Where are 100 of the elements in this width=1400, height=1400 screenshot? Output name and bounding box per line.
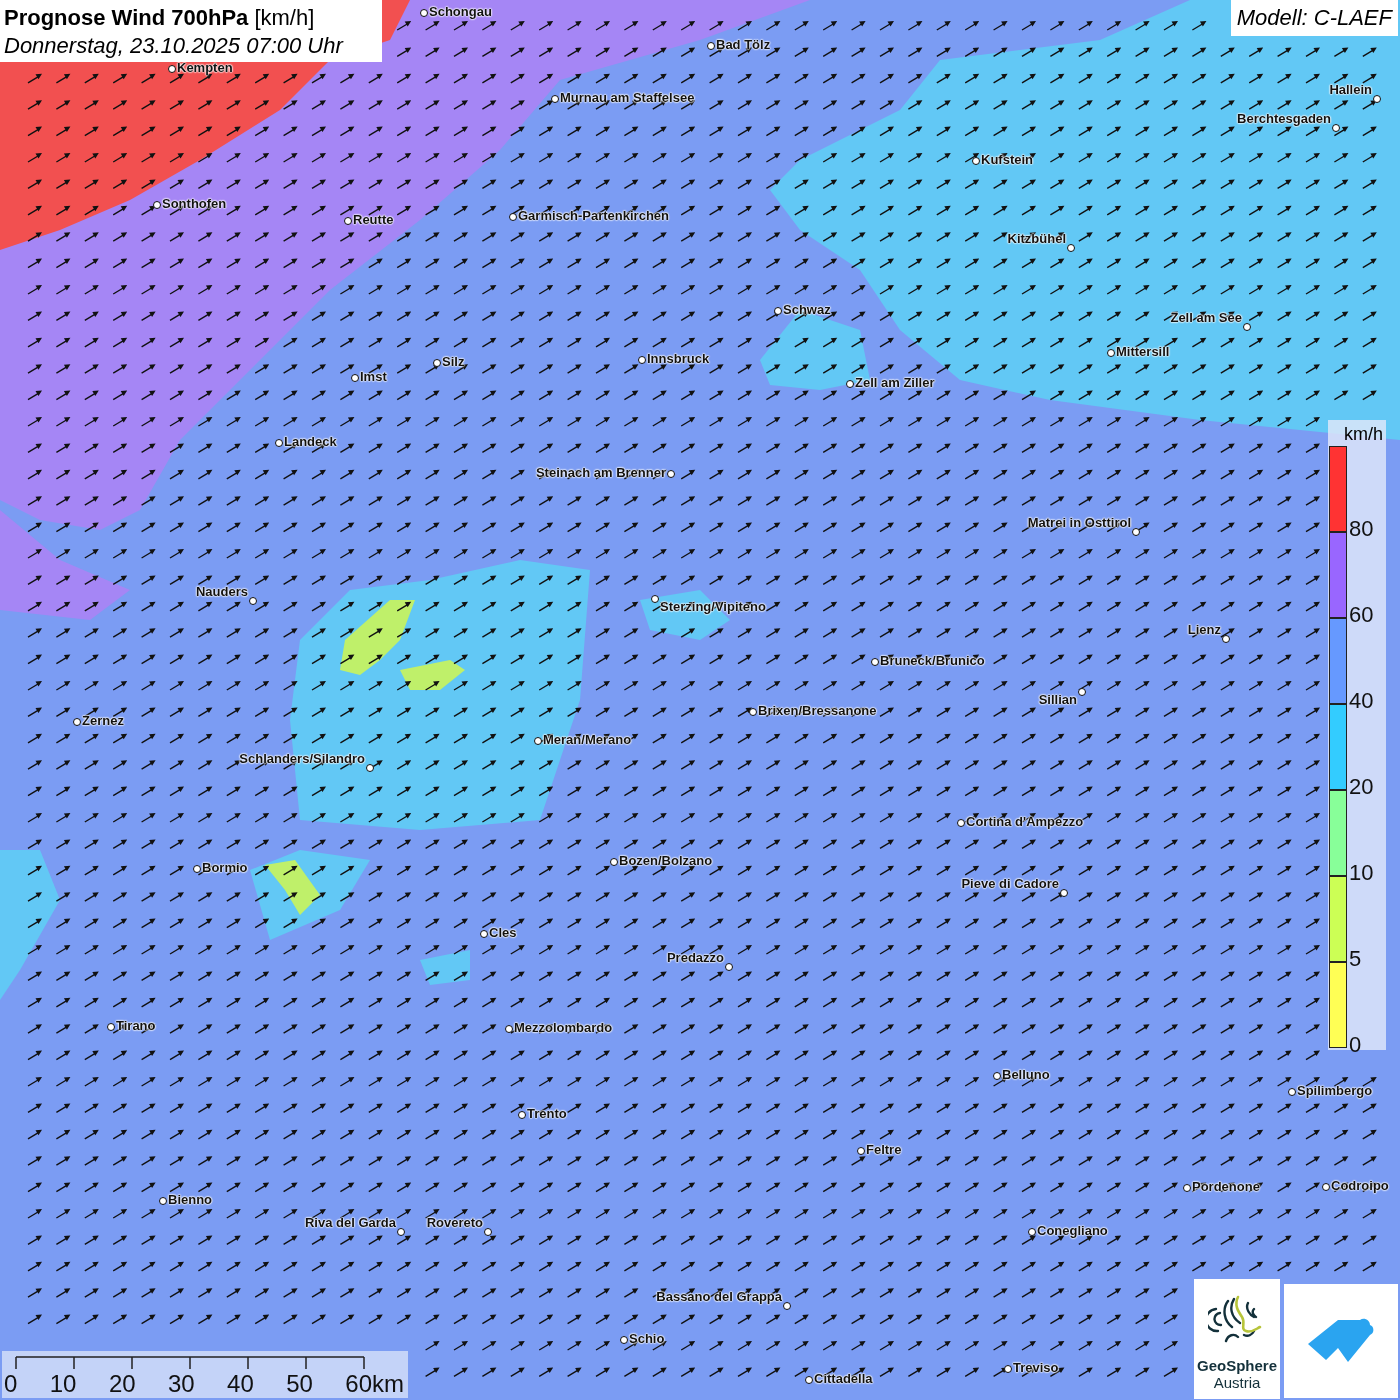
city-marker-icon	[534, 737, 542, 745]
city-marker-icon	[551, 95, 559, 103]
city-label: Berchtesgaden	[1237, 111, 1331, 127]
scale-label: 30	[168, 1371, 195, 1397]
city-marker-icon	[1028, 1228, 1036, 1236]
city-label: Schlanders/Silandro	[239, 751, 365, 767]
city-marker-icon	[725, 963, 733, 971]
city-marker-icon	[420, 9, 428, 17]
city-marker-icon	[518, 1111, 526, 1119]
scale-label: 60km	[345, 1371, 404, 1397]
city-label: Rovereto	[426, 1215, 483, 1231]
city-label: Predazzo	[666, 950, 724, 966]
map-title: Prognose Wind 700hPa [km/h]	[4, 4, 316, 32]
city-label: Matrei in Osttirol	[1027, 515, 1131, 531]
brand-name: GeoSphere	[1197, 1357, 1277, 1374]
city-label: Meran/Merano	[543, 732, 632, 748]
city-label: Codroipo	[1331, 1178, 1389, 1194]
city-label: Feltre	[866, 1142, 902, 1158]
city-label: Nauders	[195, 584, 248, 600]
city-marker-icon	[1332, 124, 1340, 132]
city-label: Bozen/Bolzano	[619, 853, 713, 869]
city-marker-icon	[1288, 1088, 1296, 1096]
legend-value: 80	[1349, 518, 1374, 540]
city-marker-icon	[249, 597, 257, 605]
city-marker-icon	[275, 439, 283, 447]
city-marker-icon	[153, 201, 161, 209]
city-label: Cles	[489, 925, 517, 941]
city-label: Riva del Garda	[304, 1215, 396, 1231]
city-marker-icon	[397, 1228, 405, 1236]
city-label: Zell am Ziller	[855, 375, 935, 391]
city-marker-icon	[1373, 95, 1381, 103]
mountain-cloud-icon	[1306, 1318, 1376, 1364]
forecast-date: Donnerstag, 23.10.2025 07:00 Uhr	[4, 32, 345, 60]
city-marker-icon	[707, 42, 715, 50]
city-marker-icon	[193, 865, 201, 873]
city-label: Bassano del Grappa	[656, 1289, 782, 1305]
city-marker-icon	[1243, 323, 1251, 331]
legend-value: 40	[1349, 690, 1374, 712]
city-label: Brixen/Bressanone	[758, 703, 877, 719]
city-label: Sillian	[1038, 692, 1077, 708]
city-label: Kufstein	[981, 152, 1033, 168]
city-label: Belluno	[1002, 1067, 1050, 1083]
city-label: Cortina d'Ampezzo	[966, 814, 1084, 830]
city-marker-icon	[1107, 349, 1115, 357]
city-label: Innsbruck	[647, 351, 710, 367]
city-marker-icon	[107, 1023, 115, 1031]
city-marker-icon	[638, 356, 646, 364]
city-label: Cittadella	[814, 1371, 873, 1387]
city-label: Kitzbühel	[1007, 231, 1066, 247]
city-marker-icon	[509, 213, 517, 221]
city-label: Garmisch-Partenkirchen	[518, 208, 669, 224]
city-marker-icon	[957, 819, 965, 827]
city-label: Hallein	[1329, 82, 1372, 98]
city-marker-icon	[344, 217, 352, 225]
city-label: Schongau	[429, 4, 492, 20]
city-marker-icon	[480, 930, 488, 938]
city-label: Silz	[442, 354, 465, 370]
city-label: Pieve di Cadore	[961, 876, 1059, 892]
legend-value: 5	[1349, 948, 1362, 970]
legend-value: 10	[1349, 862, 1374, 884]
city-label: Zell am See	[1170, 310, 1242, 326]
city-label: Tirano	[116, 1018, 156, 1034]
city-label: Schio	[629, 1331, 665, 1347]
scale-label: 10	[49, 1371, 77, 1397]
legend-unit: km/h	[1343, 423, 1384, 446]
city-marker-icon	[610, 858, 618, 866]
city-label: Bormio	[202, 860, 248, 876]
city-marker-icon	[1222, 635, 1230, 643]
city-label: Bad Tölz	[716, 37, 771, 53]
city-label: Sonthofen	[162, 196, 227, 212]
city-marker-icon	[871, 658, 879, 666]
scale-label: 0	[4, 1371, 18, 1397]
city-label: Imst	[360, 369, 387, 385]
city-label: Murnau am Staffelsee	[560, 90, 695, 106]
scale-label: 50	[286, 1371, 313, 1397]
city-label: Bienno	[168, 1192, 213, 1208]
city-label: Trento	[527, 1106, 567, 1122]
city-marker-icon	[1078, 688, 1086, 696]
city-marker-icon	[774, 307, 782, 315]
city-marker-icon	[805, 1376, 813, 1384]
city-marker-icon	[168, 65, 176, 73]
city-label: Mittersill	[1116, 344, 1170, 360]
scale-label: 40	[227, 1371, 254, 1397]
city-label: Landeck	[284, 434, 337, 450]
city-marker-icon	[783, 1302, 791, 1310]
city-marker-icon	[651, 595, 659, 603]
legend-value: 0	[1349, 1034, 1362, 1056]
city-marker-icon	[159, 1197, 167, 1205]
city-marker-icon	[73, 718, 81, 726]
city-marker-icon	[1060, 889, 1068, 897]
city-marker-icon	[1132, 528, 1140, 536]
city-label: Kempten	[177, 60, 233, 76]
city-marker-icon	[972, 157, 980, 165]
city-label: Treviso	[1013, 1360, 1059, 1376]
city-label: Lienz	[1187, 622, 1221, 638]
city-marker-icon	[351, 374, 359, 382]
city-label: Spilimbergo	[1297, 1083, 1373, 1099]
city-marker-icon	[1067, 244, 1075, 252]
city-marker-icon	[846, 380, 854, 388]
city-marker-icon	[667, 470, 675, 478]
